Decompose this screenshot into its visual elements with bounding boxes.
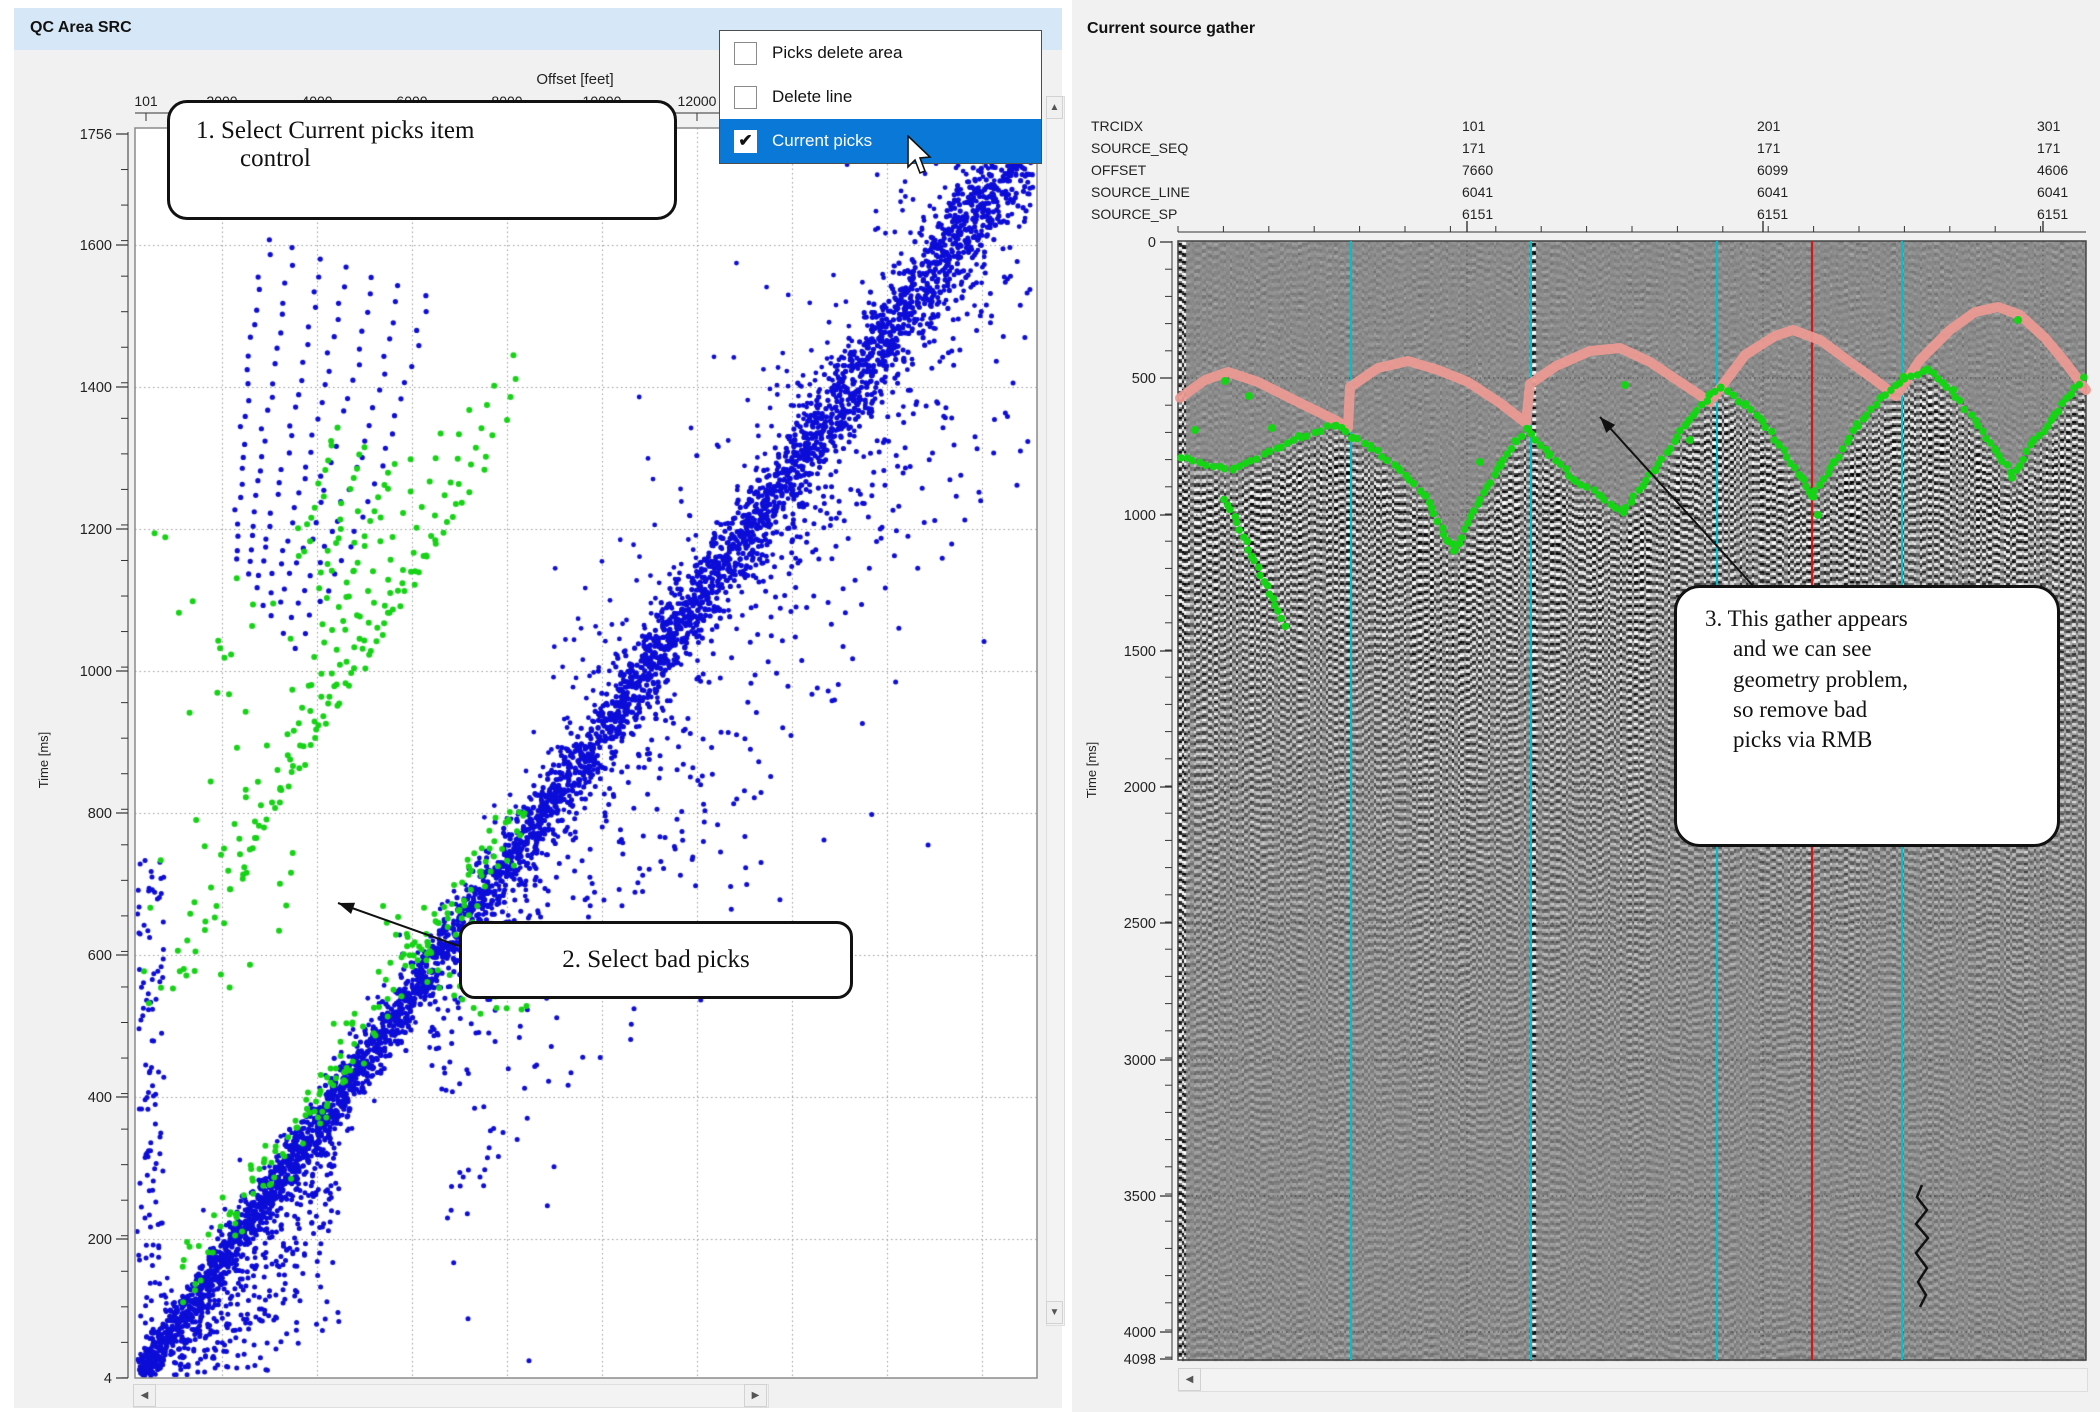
menu-item-label: Delete line (772, 87, 852, 107)
svg-text:500: 500 (1132, 371, 1156, 387)
callout-select-current-picks: 1. Select Current picks item control (167, 100, 677, 220)
menu-item-delete-line[interactable]: Delete line (720, 75, 1041, 119)
trace-header-value: 171 (1462, 140, 1485, 156)
application-window: 1012000400060008000100001200014000160001… (0, 0, 2100, 1412)
menu-item-label: Picks delete area (772, 43, 902, 63)
svg-text:3000: 3000 (1124, 1053, 1156, 1069)
trace-header-label-source_sp: SOURCE_SP (1091, 206, 1177, 222)
callout3-line4: so remove bad (1705, 695, 2051, 725)
qc-horizontal-scrollbar[interactable] (133, 1384, 769, 1408)
menu-checkbox-2[interactable]: ✔ (734, 130, 757, 153)
svg-text:2000: 2000 (1124, 780, 1156, 796)
gather-panel-title: Current source gather (1087, 20, 1255, 38)
menu-item-current-picks[interactable]: ✔ Current picks (720, 119, 1041, 163)
trace-header-value: 171 (2037, 140, 2060, 156)
gather-horizontal-scrollbar[interactable] (1178, 1368, 2088, 1392)
svg-text:101: 101 (134, 93, 158, 109)
trace-header-value: 171 (1757, 140, 1780, 156)
trace-header-value: 201 (1757, 118, 1780, 134)
trace-header-value: 6041 (1757, 184, 1788, 200)
trace-header-value: 101 (1462, 118, 1485, 134)
trace-header-value: 6151 (2037, 206, 2068, 222)
svg-text:1000: 1000 (1124, 508, 1156, 524)
menu-item-label: Current picks (772, 131, 872, 151)
svg-text:Time [ms]: Time [ms] (1084, 742, 1099, 799)
callout1-line1: 1. Select Current picks item (196, 117, 664, 145)
svg-text:Time [ms]: Time [ms] (36, 732, 51, 789)
svg-text:600: 600 (88, 948, 112, 964)
svg-text:Offset [feet]: Offset [feet] (536, 71, 613, 88)
callout3-line5: picks via RMB (1705, 725, 2051, 755)
trace-header-value: 4606 (2037, 162, 2068, 178)
menu-checkbox-1[interactable] (734, 86, 757, 109)
svg-text:1000: 1000 (80, 664, 112, 680)
gather-scroll-left-button[interactable]: ◀ (1178, 1368, 1201, 1391)
svg-text:1500: 1500 (1124, 644, 1156, 660)
svg-text:0: 0 (1148, 235, 1156, 251)
qc-scroll-left-button[interactable]: ◀ (133, 1384, 156, 1407)
menu-item-picks-delete-area[interactable]: Picks delete area (720, 31, 1041, 75)
trace-header-value: 301 (2037, 118, 2060, 134)
trace-header-label-offset: OFFSET (1091, 162, 1146, 178)
svg-text:12000: 12000 (678, 93, 717, 109)
trace-header-value: 7660 (1462, 162, 1493, 178)
trace-header-value: 6151 (1757, 206, 1788, 222)
svg-text:4000: 4000 (1124, 1325, 1156, 1341)
trace-header-label-trcidx: TRCIDX (1091, 118, 1143, 134)
svg-text:4: 4 (104, 1371, 112, 1387)
callout3-line2: and we can see (1705, 634, 2051, 664)
callout-gather-geometry-problem: 3. This gather appearsand we can seegeom… (1674, 585, 2060, 847)
qc-scroll-up-button[interactable]: ▲ (1046, 96, 1063, 119)
svg-text:400: 400 (88, 1090, 112, 1106)
qc-scroll-right-button[interactable]: ▶ (744, 1384, 767, 1407)
trace-header-value: 6151 (1462, 206, 1493, 222)
mouse-cursor (905, 135, 939, 177)
trace-header-value: 6041 (2037, 184, 2068, 200)
callout3-line3: geometry problem, (1705, 665, 2051, 695)
callout1-line2: control (196, 145, 664, 173)
callout3-line1: 3. This gather appears (1705, 604, 2051, 634)
svg-text:200: 200 (88, 1232, 112, 1248)
svg-text:800: 800 (88, 806, 112, 822)
trace-header-label-source_line: SOURCE_LINE (1091, 184, 1190, 200)
callout2-text: 2. Select bad picks (562, 946, 749, 974)
qc-scroll-down-button[interactable]: ▼ (1046, 1301, 1063, 1324)
svg-text:1756: 1756 (80, 127, 112, 143)
picks-dropdown-menu: Picks delete area Delete line ✔ Current pic… (719, 30, 1042, 164)
svg-text:1400: 1400 (80, 380, 112, 396)
qc-vertical-scrollbar[interactable] (1046, 96, 1065, 1326)
trace-header-label-source_seq: SOURCE_SEQ (1091, 140, 1188, 156)
svg-text:1600: 1600 (80, 238, 112, 254)
trace-header-value: 6099 (1757, 162, 1788, 178)
svg-text:2500: 2500 (1124, 916, 1156, 932)
qc-panel-title: QC Area SRC (30, 19, 132, 37)
svg-text:4098: 4098 (1124, 1352, 1156, 1368)
menu-checkbox-0[interactable] (734, 42, 757, 65)
trace-header-value: 6041 (1462, 184, 1493, 200)
callout-select-bad-picks: 2. Select bad picks (459, 921, 853, 999)
svg-text:1200: 1200 (80, 522, 112, 538)
svg-text:3500: 3500 (1124, 1189, 1156, 1205)
